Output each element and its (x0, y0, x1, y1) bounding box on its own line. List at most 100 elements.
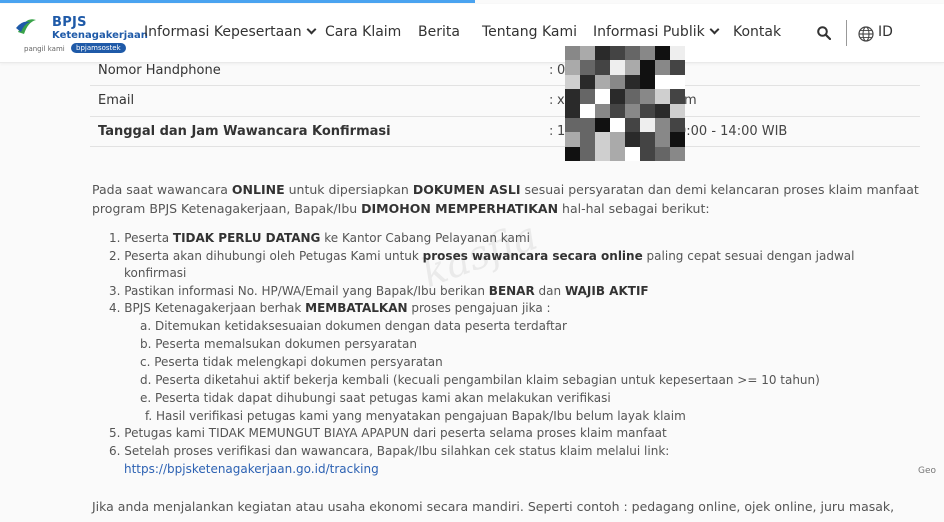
mosaic-cell (625, 117, 640, 133)
mosaic-cell (580, 103, 595, 118)
tracking-link[interactable]: https://bpjsketenagakerjaan.go.id/tracki… (124, 461, 379, 478)
mosaic-cell (625, 146, 640, 162)
colon: : (549, 93, 554, 108)
colon: : (549, 63, 554, 78)
mosaic-cell (640, 103, 655, 118)
mosaic-cell (640, 89, 655, 104)
mosaic-cell (610, 89, 625, 104)
mosaic-cell (580, 46, 595, 61)
mosaic-cell (610, 117, 625, 133)
mosaic-cell (670, 60, 685, 75)
mosaic-cell (625, 60, 640, 75)
site-header: BPJS Ketenagakerjaan pangil kami bpjamso… (0, 4, 944, 63)
header-divider (846, 20, 847, 46)
mosaic-cell (640, 60, 655, 75)
mosaic-cell (565, 89, 580, 104)
search-icon[interactable] (817, 26, 831, 40)
mosaic-cell (655, 89, 670, 104)
chevron-down-icon (306, 24, 317, 35)
nav-cara-klaim[interactable]: Cara Klaim (325, 24, 401, 40)
label-nomor-handphone: Nomor Handphone (98, 63, 221, 78)
sub-list-item: e. Peserta tidak dapat dihubungi saat pe… (140, 391, 611, 405)
mosaic-cell (625, 46, 640, 61)
logo-badge: bpjamsostek (71, 43, 126, 53)
censor-mosaic (565, 46, 685, 162)
mosaic-cell (580, 89, 595, 104)
logo-title: BPJS (52, 15, 87, 30)
mosaic-cell (655, 74, 670, 90)
nav-kontak[interactable]: Kontak (733, 24, 781, 40)
mosaic-cell (580, 146, 595, 162)
mosaic-cell (595, 132, 610, 147)
mosaic-cell (580, 132, 595, 147)
mosaic-cell (565, 103, 580, 118)
logo-subtitle: Ketenagakerjaan (52, 30, 148, 41)
mosaic-cell (610, 74, 625, 90)
mosaic-cell (670, 103, 685, 118)
mosaic-cell (625, 74, 640, 90)
nav-berita[interactable]: Berita (418, 24, 460, 40)
mosaic-cell (595, 146, 610, 162)
label-email: Email (98, 93, 135, 108)
bpjs-logo[interactable]: BPJS Ketenagakerjaan pangil kami bpjamso… (14, 12, 148, 56)
sub-list-item: c. Peserta tidak melengkapi dokumen pers… (140, 355, 443, 369)
mosaic-cell (610, 146, 625, 162)
mosaic-cell (565, 132, 580, 147)
mosaic-cell (595, 89, 610, 104)
mosaic-cell (655, 117, 670, 133)
mosaic-cell (580, 74, 595, 90)
mosaic-cell (670, 117, 685, 133)
list-item: 2. Peserta akan dihubungi oleh Petugas K… (109, 249, 855, 263)
mosaic-cell (640, 146, 655, 162)
mosaic-cell (565, 74, 580, 90)
mosaic-cell (565, 117, 580, 133)
mosaic-cell (625, 132, 640, 147)
mosaic-cell (580, 60, 595, 75)
mosaic-cell (655, 60, 670, 75)
mosaic-cell (655, 146, 670, 162)
list-item-continuation: konfirmasi (124, 266, 187, 280)
mosaic-cell (565, 146, 580, 162)
sub-list-item: a. Ditemukan ketidaksesuaian dokumen den… (140, 319, 567, 333)
mosaic-cell (640, 117, 655, 133)
value-email-end: m (684, 93, 697, 108)
nav-informasi-publik[interactable]: Informasi Publik (593, 24, 720, 40)
mosaic-cell (640, 132, 655, 147)
footer-paragraph: Jika anda menjalankan kegiatan atau usah… (92, 499, 895, 514)
sub-list-item: b. Peserta memalsukan dokumen persyarata… (140, 337, 417, 351)
mosaic-cell (610, 132, 625, 147)
mosaic-cell (595, 117, 610, 133)
mosaic-cell (610, 60, 625, 75)
mosaic-cell (655, 46, 670, 61)
mosaic-cell (580, 117, 595, 133)
list-item: 6. Setelah proses verifikasi dan wawanca… (109, 444, 670, 458)
sub-list-item: d. Peserta diketahui aktif bekerja kemba… (140, 373, 820, 387)
list-item: 1. Peserta TIDAK PERLU DATANG ke Kantor … (109, 231, 530, 245)
mosaic-cell (640, 46, 655, 61)
mosaic-cell (610, 103, 625, 118)
side-mark: Geo (918, 466, 937, 476)
list-item: 5. Petugas kami TIDAK MEMUNGUT BIAYA APA… (109, 426, 667, 440)
mosaic-cell (670, 89, 685, 104)
nav-tentang-kami[interactable]: Tentang Kami (482, 24, 577, 40)
mosaic-cell (565, 60, 580, 75)
list-item: 3. Pastikan informasi No. HP/WA/Email ya… (109, 284, 649, 298)
bpjs-logo-icon (16, 19, 36, 34)
row-divider (90, 85, 920, 86)
language-selector[interactable]: ID (878, 24, 893, 40)
intro-line-2: program BPJS Ketenagakerjaan, Bapak/Ibu … (92, 201, 710, 216)
mosaic-cell (595, 60, 610, 75)
mosaic-cell (595, 103, 610, 118)
nav-informasi-kepesertaan[interactable]: Informasi Kepesertaan (144, 24, 317, 40)
mosaic-cell (655, 132, 670, 147)
mosaic-cell (625, 103, 640, 118)
intro-line-1: Pada saat wawancara ONLINE untuk dipersi… (92, 182, 919, 197)
mosaic-cell (670, 74, 685, 90)
value-email-start: x (557, 93, 565, 108)
globe-icon[interactable] (858, 26, 874, 42)
mosaic-cell (595, 74, 610, 90)
mosaic-cell (595, 46, 610, 61)
mosaic-cell (670, 46, 685, 61)
mosaic-cell (565, 46, 580, 61)
logo-tagline: pangil kami (24, 45, 65, 53)
